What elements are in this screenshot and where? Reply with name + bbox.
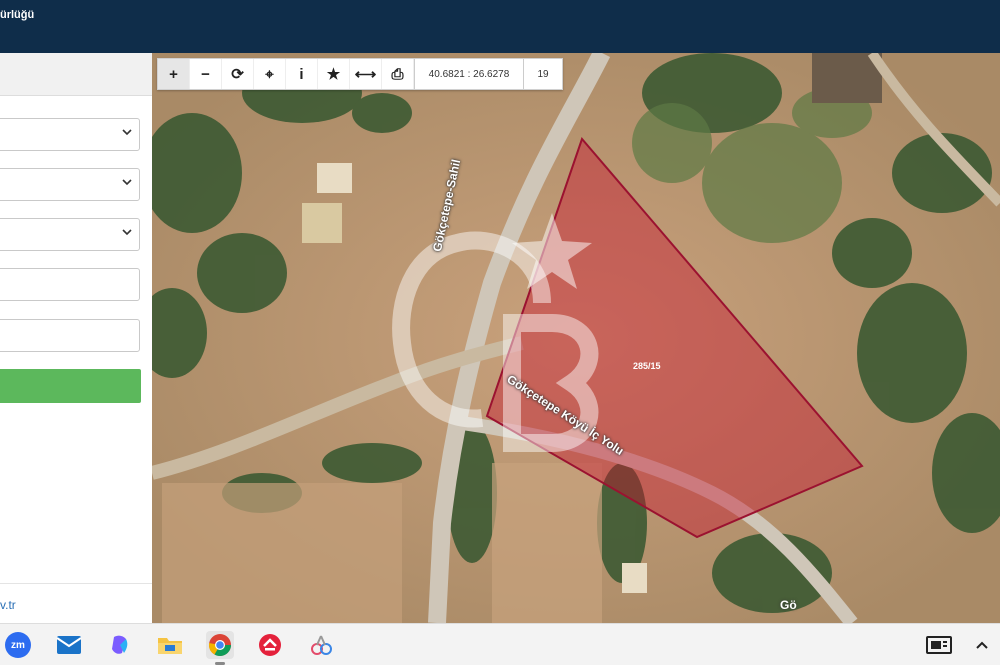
- app-header: ürlüğü: [0, 0, 1000, 53]
- page-title: ürlüğü: [0, 9, 35, 21]
- query-panel: v.tr: [0, 53, 152, 623]
- coordinates-readout: 40.6821 : 26.6278: [414, 59, 524, 89]
- chevron-down-icon: [122, 129, 132, 136]
- chevron-down-icon: [122, 179, 132, 186]
- map-toolbar: + − ⟳ ⌖ i ★ ⟷ ⎙ 40.6821 : 26.6278 19: [157, 58, 563, 90]
- print-icon[interactable]: ⎙: [382, 59, 414, 89]
- province-select[interactable]: [0, 118, 140, 151]
- map-imagery: [152, 53, 1000, 623]
- os-taskbar: zm: [0, 623, 1000, 665]
- parcel-number-label: 285/15: [633, 361, 661, 371]
- chrome-icon[interactable]: [206, 631, 234, 665]
- footer-link[interactable]: v.tr: [0, 598, 16, 612]
- app-red-icon[interactable]: [256, 631, 284, 659]
- star-icon[interactable]: ★: [318, 59, 350, 89]
- query-button[interactable]: [0, 369, 141, 403]
- chevron-down-icon: [122, 229, 132, 236]
- info-icon[interactable]: i: [286, 59, 318, 89]
- measure-icon[interactable]: ⟷: [350, 59, 382, 89]
- panel-footer: v.tr: [0, 583, 152, 624]
- display-icon[interactable]: [925, 631, 953, 659]
- zoom-in-button[interactable]: +: [158, 59, 190, 89]
- parcel-input[interactable]: [0, 319, 140, 352]
- mail-icon[interactable]: [55, 631, 83, 659]
- panel-header: [0, 53, 152, 96]
- neighborhood-select[interactable]: [0, 218, 140, 251]
- refresh-icon[interactable]: ⟳: [222, 59, 254, 89]
- block-input[interactable]: [0, 268, 140, 301]
- chevron-up-icon[interactable]: [968, 631, 996, 659]
- zoom-level-readout: 19: [537, 68, 549, 80]
- zoom-icon[interactable]: zm: [4, 631, 32, 659]
- zoom-out-button[interactable]: −: [190, 59, 222, 89]
- locate-icon[interactable]: ⌖: [254, 59, 286, 89]
- paint-icon[interactable]: [307, 631, 335, 659]
- road-label: Gö: [780, 598, 797, 612]
- district-select[interactable]: [0, 168, 140, 201]
- file-explorer-icon[interactable]: [156, 631, 184, 659]
- copilot-icon[interactable]: [106, 631, 134, 659]
- satellite-map[interactable]: [152, 53, 1000, 623]
